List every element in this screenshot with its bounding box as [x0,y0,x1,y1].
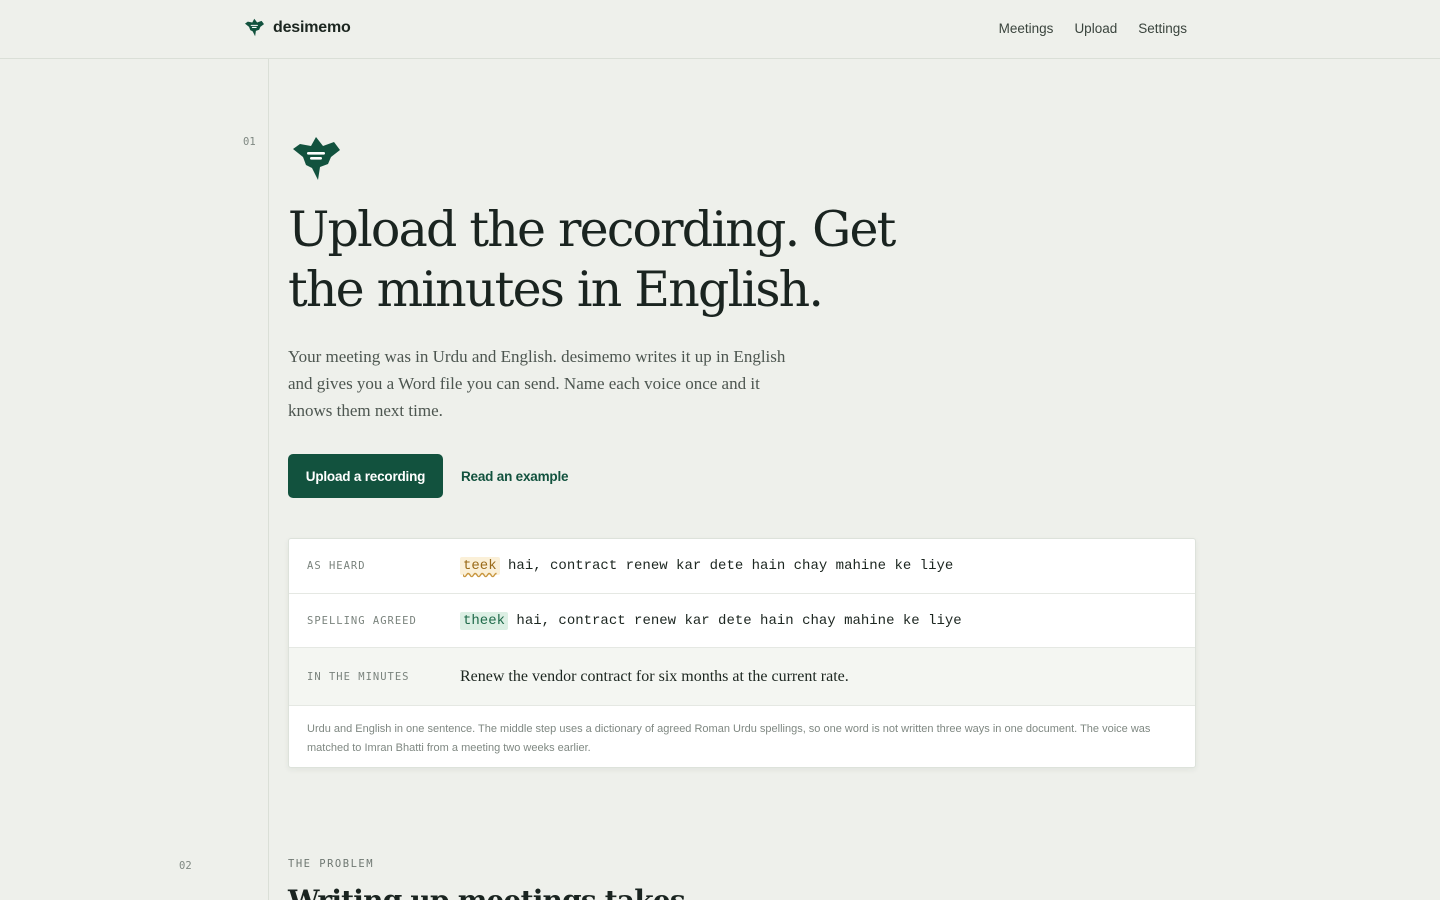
nav-meetings[interactable]: Meetings [999,21,1054,36]
example-card: AS HEARD teek hai, contract renew kar de… [288,538,1196,768]
spelling-agreed-rest: hai, contract renew kar dete hain chay m… [508,612,962,629]
brand-name: desimemo [273,18,351,36]
as-heard-row: AS HEARD teek hai, contract renew kar de… [289,539,1195,594]
section-number-2: 02 [179,860,192,872]
hero-subtitle: Your meeting was in Urdu and English. de… [288,347,786,420]
spelling-agreed-label: SPELLING AGREED [307,614,417,627]
desimemo-logo-icon [245,18,264,37]
corrected-word: theek [460,611,509,630]
nav-settings[interactable]: Settings [1138,21,1187,36]
in-the-minutes-text: Renew the vendor contract for six months… [460,667,849,685]
hero-title: Upload the recording. Get the minutes in… [288,201,896,318]
flagged-word: teek [460,557,500,575]
brand[interactable]: desimemo [245,18,351,37]
top-navigation: desimemo Meetings Upload Settings [0,0,1440,59]
read-example-link[interactable]: Read an example [461,469,569,484]
in-the-minutes-label: IN THE MINUTES [307,670,410,683]
problem-title: Writing up meetings takes [288,884,686,900]
gutter-divider [268,59,269,900]
spelling-agreed-row: SPELLING AGREED theek hai, contract rene… [289,594,1195,648]
pakistan-map-memo-icon [293,137,340,180]
in-the-minutes-row: IN THE MINUTES Renew the vendor contract… [289,648,1195,706]
spelling-agreed-text: theek hai, contract renew kar dete hain … [460,611,962,630]
upload-recording-button[interactable]: Upload a recording [288,454,443,498]
as-heard-label: AS HEARD [307,560,366,572]
example-note: Urdu and English in one sentence. The mi… [307,723,1151,754]
main-nav: Meetings Upload Settings [999,21,1187,36]
nav-upload[interactable]: Upload [1074,21,1117,36]
as-heard-text: teek hai, contract renew kar dete hain c… [460,557,954,575]
section-number-1: 01 [243,136,256,148]
problem-label: THE PROBLEM [288,858,375,870]
as-heard-rest: hai, contract renew kar dete hain chay m… [499,558,954,574]
